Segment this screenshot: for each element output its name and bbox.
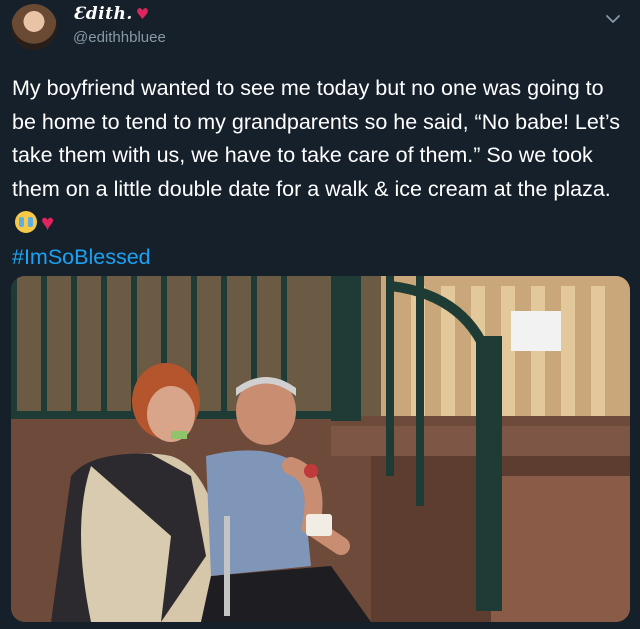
loudly-crying-face-icon	[15, 211, 37, 233]
display-name-text[interactable]: Ɛdith.	[73, 4, 133, 24]
tweet-body: My boyfriend wanted to see me today but …	[12, 72, 630, 274]
user-handle[interactable]: @edithhbluee	[73, 29, 166, 46]
tweet-text: My boyfriend wanted to see me today but …	[12, 76, 620, 201]
photo-illustration	[11, 276, 630, 622]
heart-icon: ♥	[135, 5, 150, 23]
avatar[interactable]	[11, 4, 57, 50]
hashtag-link[interactable]: #ImSoBlessed	[12, 245, 151, 269]
red-heart-icon: ♥	[41, 210, 55, 235]
chevron-down-icon[interactable]	[604, 10, 622, 28]
display-name[interactable]: Ɛdith. ♥	[73, 4, 150, 24]
tweet-photo[interactable]	[11, 276, 630, 622]
